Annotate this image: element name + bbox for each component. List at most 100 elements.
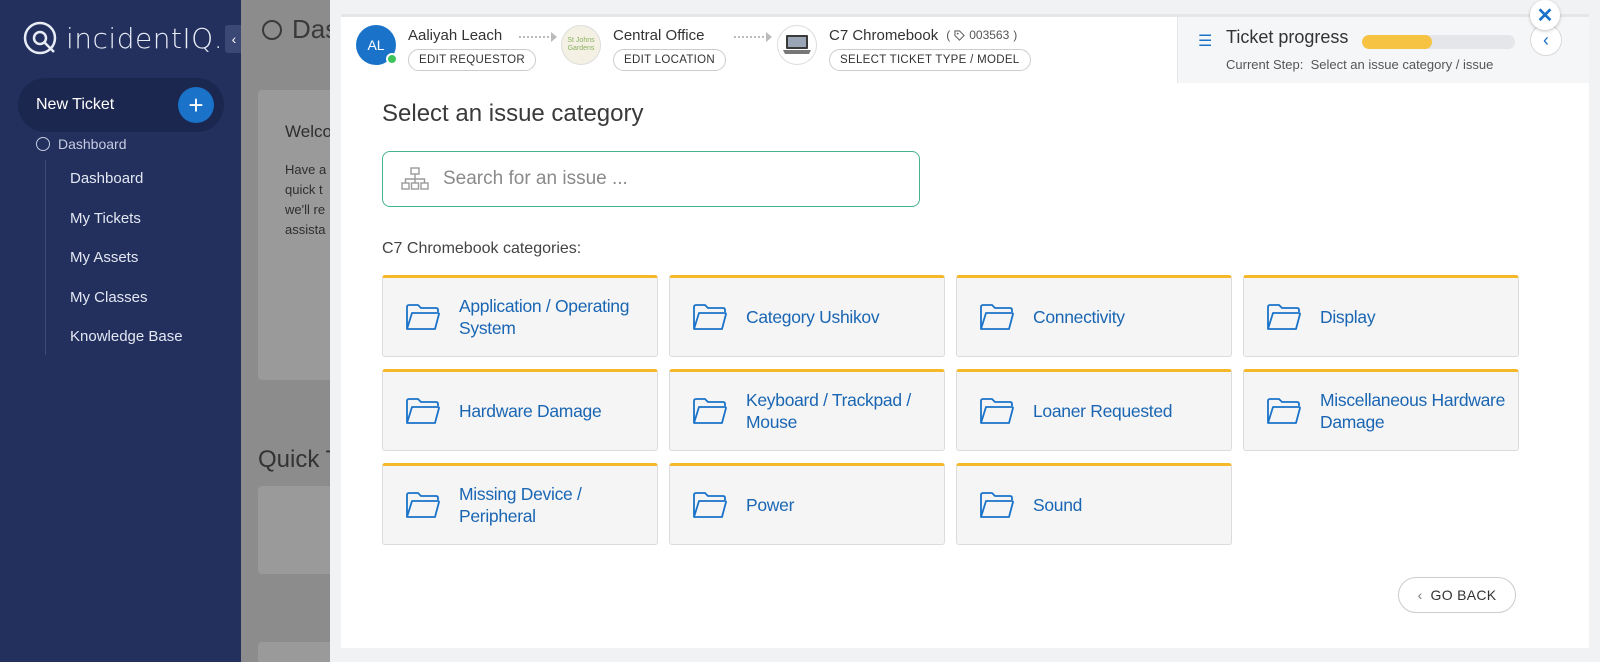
avatar: AL [356,25,398,65]
asset-tag-close: ) [1013,28,1018,42]
nav-section-label: Dashboard [58,136,127,152]
asset-tag: ( 003563 ) [946,28,1017,42]
gauge-icon [262,19,282,40]
category-label: Hardware Damage [459,401,602,421]
location-image-text: St Johns Gardens [567,37,595,52]
progress-bar [1362,35,1515,49]
edit-location-button[interactable]: EDIT LOCATION [613,49,727,71]
current-step-label: Current Step: [1226,57,1304,72]
current-step-value: Select an issue category / issue [1310,57,1494,72]
sidebar-item-my-classes[interactable]: My Classes [70,287,183,327]
sidebar-item-my-tickets[interactable]: My Tickets [70,208,183,248]
folder-icon [693,304,727,330]
quick-ticket-card [258,486,338,574]
logo-text: incidentIQ. [66,21,224,55]
location-image: St Johns Gardens [561,25,601,65]
category-label: Display [1320,307,1376,327]
logo[interactable]: incidentIQ. [22,20,223,56]
category-label: Power [746,495,795,515]
wizard-steps-bar: AL Aaliyah Leach EDIT REQUESTOR St Johns… [341,14,1589,83]
checklist-icon: ☰ [1198,33,1213,50]
modal-content: AL Aaliyah Leach EDIT REQUESTOR St Johns… [341,14,1589,648]
tag-icon [954,29,966,41]
issue-search-box[interactable] [382,151,920,207]
nav-list: Dashboard My Tickets My Assets My Classe… [70,168,183,366]
issue-search-input[interactable] [443,168,883,190]
categories-label: C7 Chromebook categories: [382,240,582,257]
category-card-application-operating-system[interactable]: Application / Operating System [382,275,658,357]
category-card-missing-device-peripheral[interactable]: Missing Device / Peripheral [382,463,658,545]
sidebar: incidentIQ. ‹ New Ticket + Dashboard Das… [0,0,243,662]
category-label: Missing Device / Peripheral [459,484,582,526]
category-card-category-ushikov[interactable]: Category Ushikov [669,275,945,357]
user-circle-icon [36,137,50,151]
hierarchy-icon [401,167,429,190]
step-arrow-icon [519,32,557,42]
progress-bar-fill [1362,35,1433,49]
sidebar-item-knowledge-base[interactable]: Knowledge Base [70,326,183,366]
category-card-keyboard-trackpad-mouse[interactable]: Keyboard / Trackpad / Mouse [669,369,945,451]
nav-divider [45,160,46,355]
category-card-connectivity[interactable]: Connectivity [956,275,1232,357]
asset-name: C7 Chromebook [829,26,939,44]
step-asset: C7 Chromebook ( 003563 ) SELECT TICKET T… [777,25,1031,71]
category-card-loaner-requested[interactable]: Loaner Requested [956,369,1232,451]
step-location: St Johns Gardens Central Office EDIT LOC… [561,25,727,71]
asset-tag-open: ( [946,28,951,42]
category-card-sound[interactable]: Sound [956,463,1232,545]
folder-icon [406,398,440,424]
chevron-left-icon: ‹ [1417,587,1423,603]
welcome-heading: Welco [285,122,332,141]
chromebook-icon [777,25,817,65]
select-ticket-type-button[interactable]: SELECT TICKET TYPE / MODEL [829,49,1031,71]
category-card-power[interactable]: Power [669,463,945,545]
folder-icon [980,398,1014,424]
folder-icon [693,398,727,424]
category-label: Category Ushikov [746,307,880,327]
step-requestor: AL Aaliyah Leach EDIT REQUESTOR [356,25,537,71]
edit-requestor-button[interactable]: EDIT REQUESTOR [408,49,537,71]
category-label: Connectivity [1033,307,1125,327]
quick-tickets-heading: Quick T [258,446,341,473]
chevron-left-icon: ‹ [231,31,237,47]
folder-icon [980,304,1014,330]
chevron-left-icon: ‹ [1543,29,1549,50]
page-title: Das [262,14,338,45]
category-card-miscellaneous-hardware-damage[interactable]: Miscellaneous Hardware Damage [1243,369,1519,451]
new-ticket-label: New Ticket [36,96,115,113]
progress-current-step: Current Step: Select an issue category /… [1226,57,1493,72]
category-grid: Application / Operating System Category U… [382,275,1519,545]
folder-icon [406,492,440,518]
ticket-progress-panel: ☰ Ticket progress Current Step: Select a… [1177,17,1589,83]
go-back-label: GO BACK [1430,587,1497,603]
folder-icon [1267,304,1301,330]
category-label: Miscellaneous Hardware Damage [1320,390,1506,432]
folder-icon [406,304,440,330]
category-label: Loaner Requested [1033,401,1173,421]
asset-tag-number: 003563 [969,28,1010,42]
section-title: Select an issue category [382,100,644,127]
folder-icon [980,492,1014,518]
location-name: Central Office [613,26,705,44]
category-card-hardware-damage[interactable]: Hardware Damage [382,369,658,451]
sidebar-item-my-assets[interactable]: My Assets [70,247,183,287]
category-label: Application / Operating System [459,296,630,338]
online-status-icon [386,53,398,65]
requestor-name: Aaliyah Leach [408,26,503,44]
sidebar-item-dashboard[interactable]: Dashboard [70,168,183,208]
new-ticket-modal: AL Aaliyah Leach EDIT REQUESTOR St Johns… [330,0,1600,662]
step-arrow-icon [734,32,772,42]
close-icon[interactable]: ✕ [1530,0,1560,30]
new-ticket-button[interactable]: New Ticket + [18,78,224,132]
dashboard-card [258,642,338,662]
avatar-initials: AL [367,37,385,53]
welcome-text: Have a quick t we'll re assista [285,162,327,237]
folder-icon [1267,398,1301,424]
nav-section-dashboard[interactable]: Dashboard [36,136,127,152]
category-card-display[interactable]: Display [1243,275,1519,357]
go-back-button[interactable]: ‹ GO BACK [1398,577,1516,613]
logo-icon [23,21,57,55]
plus-icon[interactable]: + [178,87,214,123]
progress-title: Ticket progress [1226,27,1349,47]
category-label: Sound [1033,495,1083,515]
